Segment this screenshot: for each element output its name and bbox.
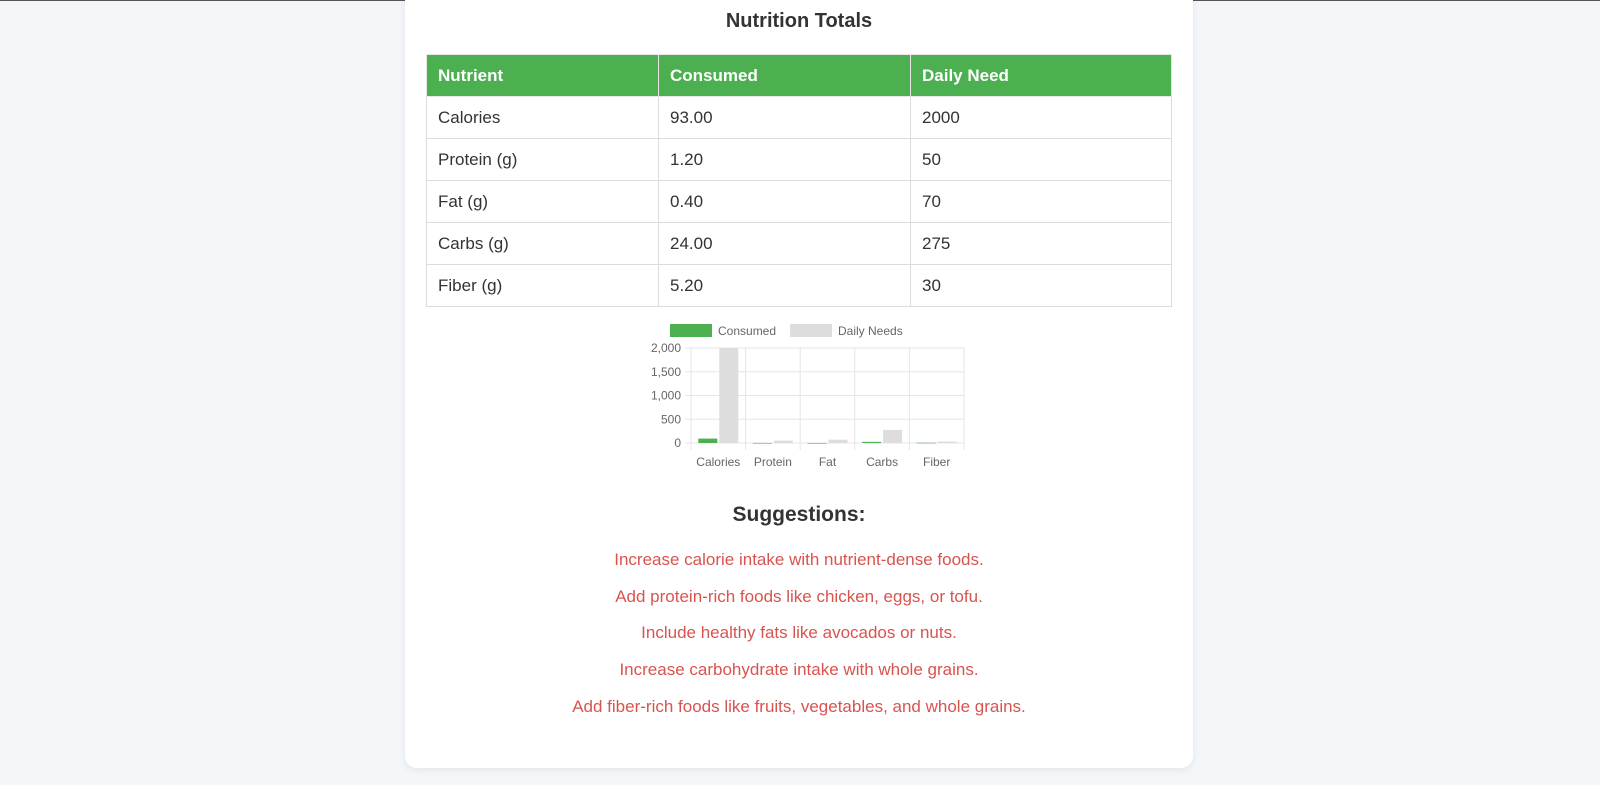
suggestion-item: Include healthy fats like avocados or nu… [641,623,957,643]
nutrition-chart: Consumed Daily Needs 2,000 1,500 1,000 500 0 Ca… [625,323,975,483]
cell-consumed: 93.00 [658,96,911,139]
cell-daily-need: 50 [910,138,1172,181]
bar-consumed-fiber [916,442,936,444]
cell-daily-need: 2000 [910,96,1172,139]
bar-consumed-carbs [862,441,882,443]
table-header-row: Nutrient Consumed Daily Need [426,54,1172,97]
bar-daily-needs-fiber [937,441,957,443]
cell-consumed: 5.20 [658,264,911,307]
bar-daily-needs-carbs [883,429,903,443]
table-row: Fat (g) 0.40 70 [426,180,1172,223]
nutrition-table: Nutrient Consumed Daily Need Calories 93… [426,54,1172,307]
bar-consumed-protein [752,442,772,444]
cell-consumed: 24.00 [658,222,911,265]
x-tick-label: Protein [754,455,792,469]
legend-label: Consumed [718,324,776,338]
y-tick-label: 1,000 [651,389,681,403]
y-tick-label: 500 [661,412,681,426]
legend-swatch-consumed [670,324,712,337]
x-tick-label: Fat [819,455,837,469]
cell-consumed: 1.20 [658,138,911,181]
cell-daily-need: 70 [910,180,1172,223]
nutrition-card: Nutrition Totals Nutrient Consumed Daily… [405,0,1193,768]
suggestion-item: Add protein-rich foods like chicken, egg… [615,586,983,606]
x-tick-label: Carbs [866,455,898,469]
y-tick-label: 0 [674,436,681,450]
table-row: Protein (g) 1.20 50 [426,138,1172,181]
cell-nutrient: Fat (g) [426,180,659,223]
legend-swatch-daily-needs [790,324,832,337]
x-tick-label: Calories [696,455,740,469]
cell-daily-need: 30 [910,264,1172,307]
x-tick-label: Fiber [923,455,950,469]
header-consumed: Consumed [658,54,911,97]
cell-nutrient: Calories [426,96,659,139]
bar-chart: Consumed Daily Needs 2,000 1,500 1,000 500 0 Ca… [651,324,965,469]
cell-nutrient: Fiber (g) [426,264,659,307]
page-title: Nutrition Totals [725,10,873,32]
legend-label: Daily Needs [838,324,903,338]
table-row: Fiber (g) 5.20 30 [426,264,1172,307]
bar-daily-needs-protein [773,440,793,443]
table-row: Calories 93.00 2000 [426,96,1172,139]
suggestions-list: Increase calorie intake with nutrient-de… [405,550,1193,733]
suggestions-title: Suggestions: [732,503,866,526]
bar-consumed-fat [807,442,827,444]
cell-consumed: 0.40 [658,180,911,223]
suggestion-item: Increase calorie intake with nutrient-de… [614,550,984,569]
y-tick-label: 2,000 [651,341,681,355]
cell-daily-need: 275 [910,222,1172,265]
y-tick-label: 1,500 [651,365,681,379]
bar-daily-needs-fat [828,439,848,443]
bar-daily-needs-calories [719,348,739,443]
header-daily-need: Daily Need [910,54,1172,97]
header-nutrient: Nutrient [426,54,659,97]
table-row: Carbs (g) 24.00 275 [426,222,1172,265]
bar-consumed-calories [698,438,718,443]
suggestion-item: Add fiber-rich foods like fruits, vegeta… [572,696,1026,716]
suggestion-item: Increase carbohydrate intake with whole … [619,660,979,680]
cell-nutrient: Protein (g) [426,138,659,181]
cell-nutrient: Carbs (g) [426,222,659,265]
